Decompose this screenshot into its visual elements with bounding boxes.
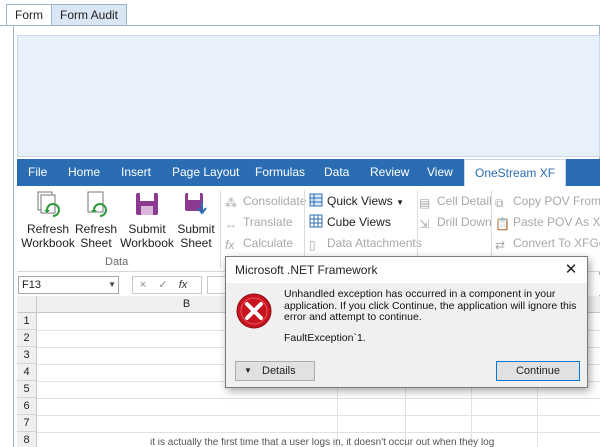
ribbon-tab-bar: File Home Insert Page Layout Formulas Da…	[17, 159, 600, 186]
convert-to-xfget-button[interactable]: ⇄ Convert To XFGet	[495, 234, 600, 252]
copy-icon: ⧉	[495, 196, 504, 210]
error-message: Unhandled exception has occurred in a co…	[284, 288, 577, 323]
data-attachments-label: Data Attachments	[327, 236, 422, 250]
drill-down-button[interactable]: ⇲ Drill Down	[419, 213, 492, 231]
grid-line	[37, 415, 600, 416]
data-group-label: Data	[105, 256, 129, 268]
refresh-workbook-label-1: Refresh	[26, 222, 70, 236]
cube-views-label: Cube Views	[327, 215, 391, 229]
ribbon-tab-home[interactable]: Home	[68, 159, 100, 186]
quick-views-button[interactable]: Quick Views ▼	[309, 192, 404, 210]
ribbon-tab-view[interactable]: View	[427, 159, 453, 186]
cancel-icon[interactable]: ×	[133, 277, 153, 293]
submit-workbook-button[interactable]: Submit Workbook	[119, 190, 175, 250]
cell-detail-label: Cell Detail	[437, 194, 492, 208]
select-all-corner[interactable]	[17, 296, 37, 313]
refresh-sheet-icon	[87, 191, 107, 217]
formula-buttons: × ✓ fx	[132, 276, 202, 294]
submit-workbook-icon	[136, 193, 158, 215]
name-box-value: F13	[22, 279, 41, 291]
row-header-5[interactable]: 5	[17, 381, 37, 398]
document-tabs: Form Form Audit	[0, 0, 600, 26]
refresh-workbook-button[interactable]: Refresh Workbook	[21, 190, 75, 250]
chevron-down-icon: ▼	[244, 366, 252, 375]
attachment-icon: ▯	[309, 238, 316, 252]
consolidate-icon: ⁂	[225, 196, 237, 210]
row-header-6[interactable]: 6	[17, 398, 37, 415]
exception-name: FaultException`1.	[284, 332, 366, 344]
cell-detail-button[interactable]: ▤ Cell Detail	[419, 192, 492, 210]
refresh-sheet-label-1: Refresh	[75, 222, 118, 236]
ribbon-tab-file[interactable]: File	[28, 159, 47, 186]
ribbon-tab-page-layout[interactable]: Page Layout	[172, 159, 239, 186]
tab-form-audit[interactable]: Form Audit	[51, 4, 128, 26]
submit-sheet-icon	[185, 193, 207, 215]
ribbon-separator	[220, 190, 221, 268]
consolidate-label: Consolidate	[243, 194, 307, 208]
close-icon[interactable]: ✕	[563, 261, 579, 279]
translate-icon: ↔	[225, 217, 237, 231]
translate-label: Translate	[243, 215, 293, 229]
paste-pov-button[interactable]: 📋Paste POV As XFG	[495, 213, 600, 231]
ribbon-tab-onestream-xf[interactable]: OneStream XF	[464, 159, 567, 186]
copy-pov-label: Copy POV From D	[513, 194, 600, 208]
dialog-title: Microsoft .NET Framework	[226, 257, 587, 283]
ribbon-tab-data[interactable]: Data	[324, 159, 349, 186]
tab-form[interactable]: Form	[6, 4, 52, 26]
quick-views-label: Quick Views	[327, 194, 393, 208]
grid-icon	[309, 193, 323, 207]
submit-sheet-label-2: Sheet	[180, 236, 212, 250]
calculate-button[interactable]: fx Calculate	[225, 234, 293, 252]
submit-workbook-label-2: Workbook	[120, 236, 174, 250]
details-label: Details	[262, 365, 296, 377]
data-attachments-button[interactable]: ▯ Data Attachments	[309, 234, 422, 252]
ribbon-tab-formulas[interactable]: Formulas	[255, 159, 305, 186]
continue-button[interactable]: Continue	[496, 361, 580, 381]
refresh-sheet-label-2: Sheet	[80, 236, 112, 250]
insert-function-icon[interactable]: fx	[173, 277, 193, 293]
row-header-1[interactable]: 1	[17, 313, 37, 330]
submit-sheet-button[interactable]: Submit Sheet	[175, 190, 217, 250]
refresh-workbook-label-2: Workbook	[21, 236, 75, 250]
row-header-8[interactable]: 8	[17, 432, 37, 447]
grid-line	[37, 398, 600, 399]
paste-icon: 📋	[495, 217, 510, 231]
paste-pov-label: Paste POV As XFG	[513, 215, 600, 229]
submit-sheet-label-1: Submit	[177, 222, 215, 236]
refresh-workbook-icon	[37, 191, 60, 217]
translate-button[interactable]: ↔ Translate	[225, 213, 293, 231]
copy-pov-button[interactable]: ⧉ Copy POV From D	[495, 192, 600, 210]
cell-detail-icon: ▤	[419, 196, 431, 210]
row-header-4[interactable]: 4	[17, 364, 37, 381]
convert-to-xfget-label: Convert To XFGet	[513, 236, 600, 250]
ribbon-tab-review[interactable]: Review	[370, 159, 409, 186]
submit-workbook-label-1: Submit	[128, 222, 166, 236]
cube-icon	[309, 214, 323, 228]
error-dialog: Microsoft .NET Framework ✕ Unhandled exc…	[225, 256, 588, 388]
refresh-sheet-button[interactable]: Refresh Sheet	[75, 190, 117, 250]
row-header-2[interactable]: 2	[17, 330, 37, 347]
details-button[interactable]: ▼ Details	[235, 361, 315, 381]
consolidate-button[interactable]: ⁂ Consolidate	[225, 192, 306, 210]
row-header-7[interactable]: 7	[17, 415, 37, 432]
drill-down-label: Drill Down	[437, 215, 492, 229]
cube-views-button[interactable]: Cube Views	[309, 213, 391, 231]
drill-down-icon: ⇲	[419, 217, 430, 231]
calculate-label: Calculate	[243, 236, 294, 250]
convert-icon: ⇄	[495, 238, 506, 252]
row-header-3[interactable]: 3	[17, 347, 37, 364]
ribbon-tab-insert[interactable]: Insert	[121, 159, 151, 186]
form-header-panel	[17, 35, 600, 157]
enter-icon[interactable]: ✓	[153, 277, 173, 293]
background-text: it is actually the first time that a use…	[150, 438, 495, 447]
chevron-down-icon: ▼	[396, 198, 405, 207]
name-box[interactable]: F13 ▼	[18, 276, 119, 294]
chevron-down-icon[interactable]: ▼	[108, 277, 116, 293]
grid-line	[37, 432, 600, 433]
function-icon: fx	[225, 238, 235, 252]
error-icon	[236, 293, 272, 329]
